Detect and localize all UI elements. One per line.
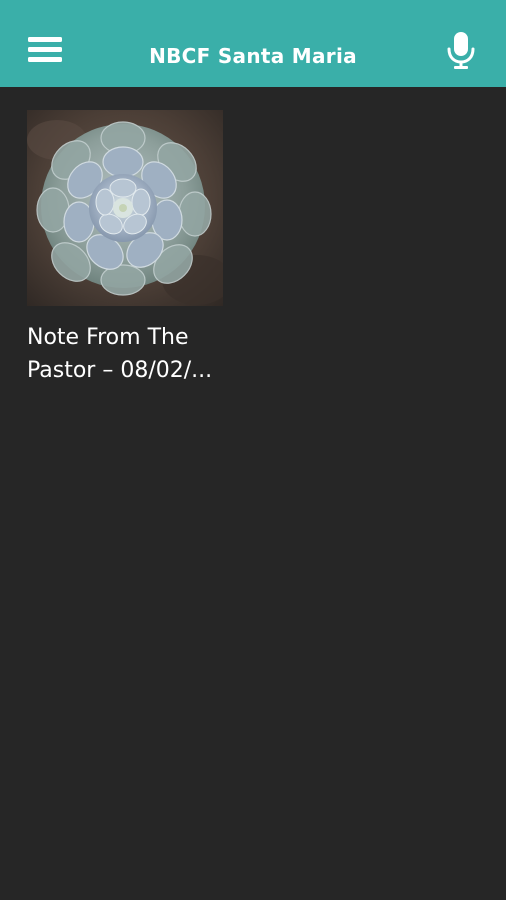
content-area: Note From The Pastor – 08/02/... [0, 87, 506, 900]
succulent-photo [27, 110, 223, 306]
top-app-bar: NBCF Santa Maria [0, 0, 506, 87]
menu-button[interactable] [24, 32, 68, 72]
article-thumbnail[interactable] [27, 110, 223, 306]
app-screen: NBCF Santa Maria Note From The Pastor – … [0, 0, 506, 900]
article-title[interactable]: Note From The Pastor – 08/02/... [27, 321, 237, 387]
article-title-line-2: Pastor – 08/02/... [27, 358, 213, 383]
hamburger-menu-icon [28, 37, 62, 62]
microphone-icon [447, 32, 475, 69]
voice-search-button[interactable] [444, 30, 478, 72]
app-title: NBCF Santa Maria [149, 44, 357, 68]
article-title-line-1: Note From The [27, 325, 189, 350]
list-item[interactable]: Note From The Pastor – 08/02/... [27, 110, 227, 387]
